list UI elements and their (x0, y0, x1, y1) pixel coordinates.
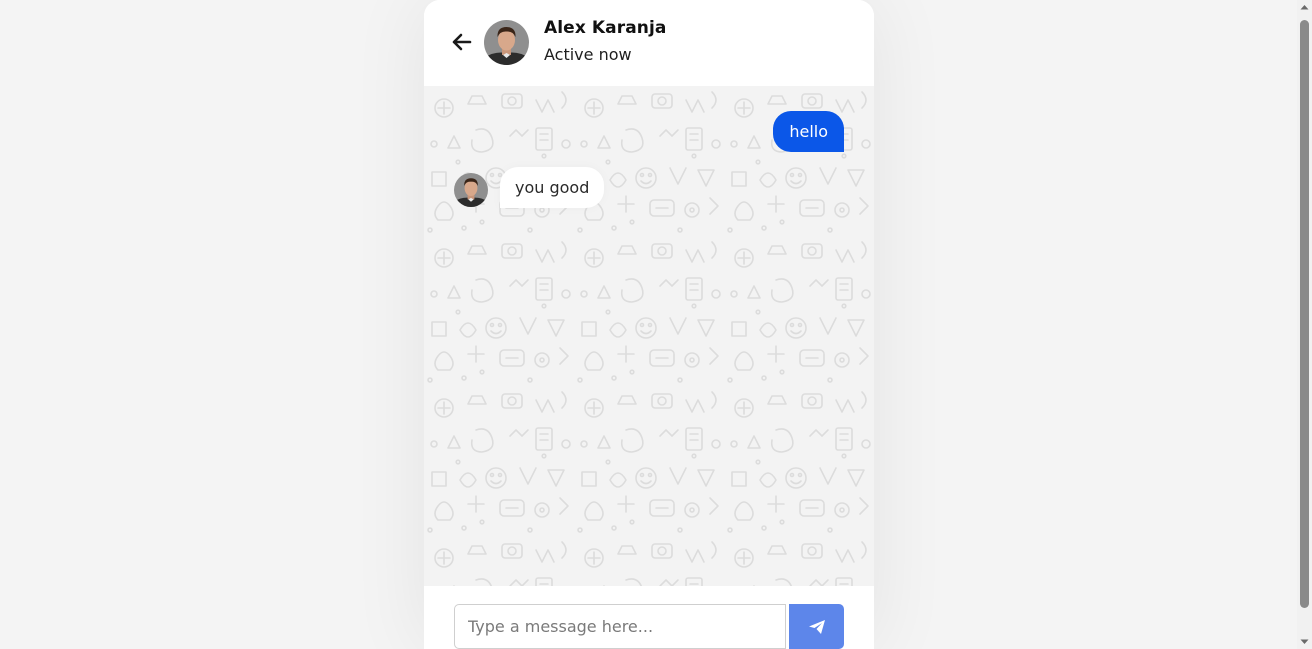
sender-avatar (454, 173, 488, 207)
scroll-down-arrow-icon[interactable] (1297, 635, 1312, 649)
messages-area[interactable]: hello you good (424, 86, 874, 586)
chat-window: Alex Karanja Active now hello you good T… (424, 0, 874, 649)
chat-header: Alex Karanja Active now (424, 0, 874, 86)
typing-area (424, 586, 874, 649)
avatar[interactable] (484, 20, 529, 65)
contact-status: Active now (544, 45, 632, 64)
back-button[interactable] (450, 30, 474, 54)
scrollbar-thumb[interactable] (1300, 20, 1309, 608)
incoming-message: you good (500, 167, 605, 208)
arrow-left-icon (452, 33, 472, 51)
page-scrollbar[interactable] (1297, 0, 1312, 649)
send-button[interactable] (789, 604, 844, 649)
message-input[interactable] (454, 604, 786, 649)
paper-plane-icon (808, 619, 825, 634)
scroll-up-arrow-icon[interactable] (1297, 0, 1312, 14)
doodle-background (424, 86, 874, 586)
contact-name: Alex Karanja (544, 18, 667, 38)
outgoing-message: hello (773, 111, 844, 152)
